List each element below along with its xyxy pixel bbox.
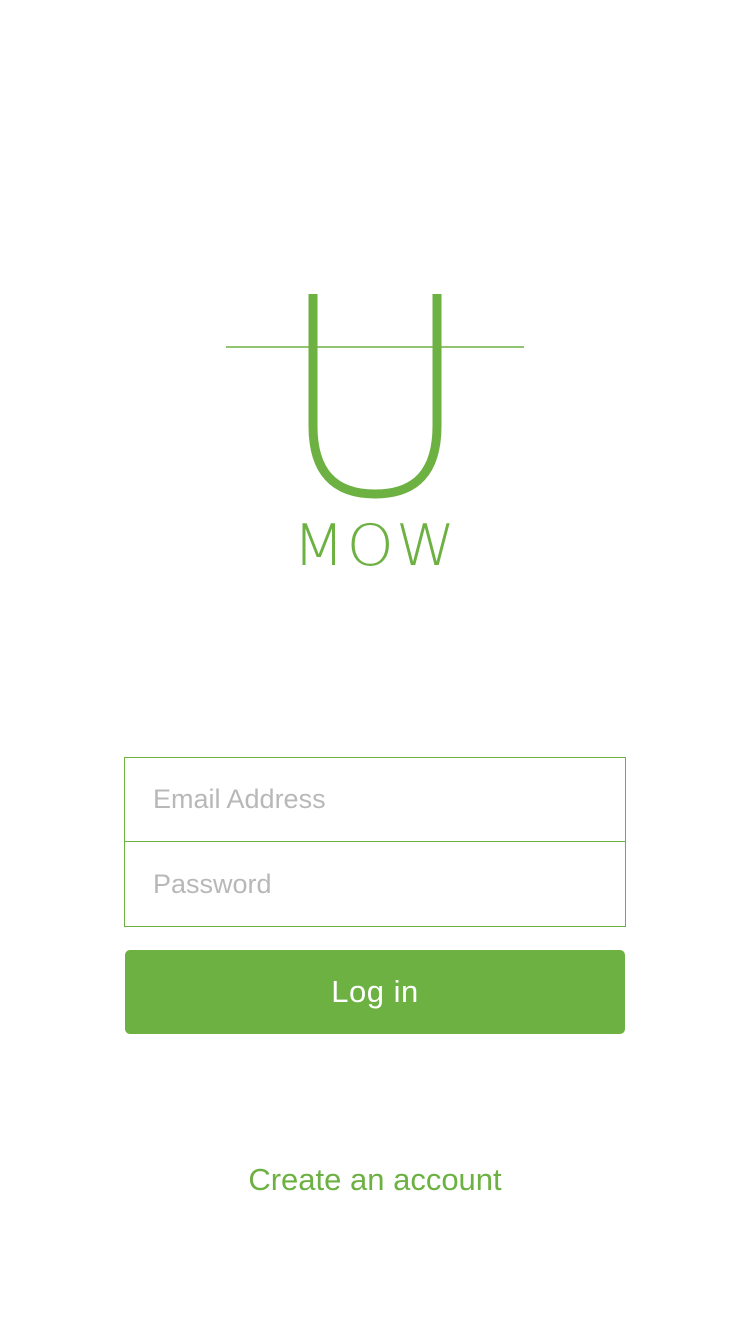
login-form [124, 757, 626, 927]
umow-logo-icon [226, 294, 524, 499]
login-button[interactable]: Log in [125, 950, 625, 1034]
create-account-link[interactable]: Create an account [0, 1160, 750, 1200]
email-field[interactable] [125, 758, 625, 841]
password-field[interactable] [125, 842, 625, 926]
brand-wordmark: MOW [292, 512, 458, 580]
